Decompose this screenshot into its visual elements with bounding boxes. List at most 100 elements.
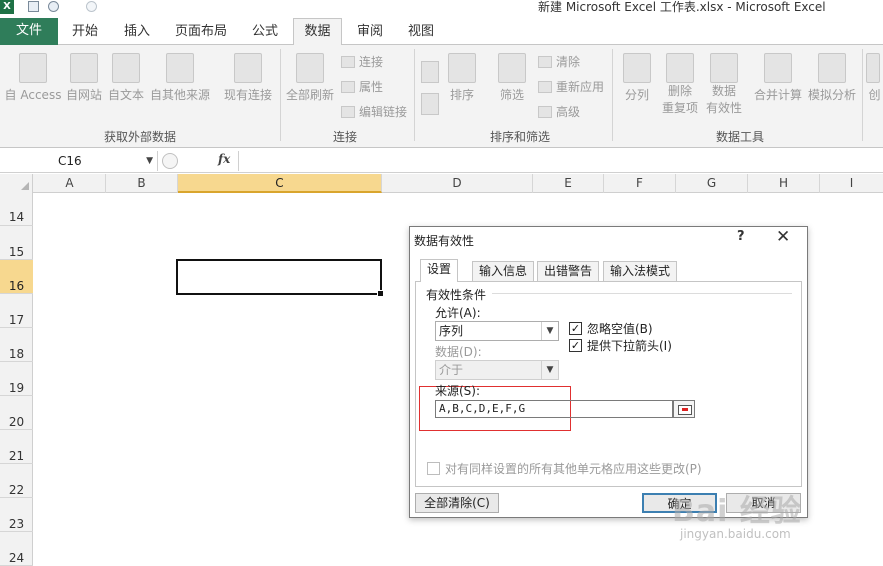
column-header-f[interactable]: F bbox=[604, 174, 676, 193]
tab-ime-mode[interactable]: 输入法模式 bbox=[603, 261, 678, 281]
tab-file[interactable]: 文件 bbox=[0, 18, 58, 45]
ignore-blank-checkbox[interactable]: ✓ bbox=[569, 322, 582, 335]
select-all-button[interactable] bbox=[0, 174, 33, 193]
column-header-b[interactable]: B bbox=[106, 174, 178, 193]
split-columns-icon bbox=[623, 53, 651, 83]
column-header-a[interactable]: A bbox=[34, 174, 106, 193]
tab-page-layout[interactable]: 页面布局 bbox=[168, 19, 234, 45]
row-header-20[interactable]: 20 bbox=[0, 396, 33, 430]
tab-review[interactable]: 审阅 bbox=[347, 19, 393, 45]
from-web-button[interactable]: 自网站 bbox=[64, 53, 104, 103]
remove-duplicates-icon bbox=[666, 53, 694, 83]
save-icon[interactable] bbox=[28, 1, 39, 12]
data-validation-icon bbox=[710, 53, 738, 83]
help-icon[interactable]: ? bbox=[737, 229, 745, 244]
column-headers: A B C D E F G H I bbox=[0, 174, 883, 193]
database-icon bbox=[166, 53, 194, 83]
remove-duplicates-button[interactable]: 删除 重复项 bbox=[660, 53, 700, 117]
ribbon-tabs: 文件 开始 插入 页面布局 公式 数据 审阅 视图 bbox=[0, 16, 883, 45]
outline-button[interactable]: 创 bbox=[866, 53, 883, 103]
advanced-filter-button[interactable]: 高级 bbox=[538, 103, 580, 120]
active-cell-c16[interactable] bbox=[176, 259, 384, 297]
collapse-dialog-icon[interactable] bbox=[673, 400, 695, 418]
clear-all-button[interactable]: 全部清除(C) bbox=[415, 493, 499, 513]
tab-view[interactable]: 视图 bbox=[398, 19, 444, 45]
close-icon[interactable]: ✕ bbox=[776, 227, 790, 247]
filter-button[interactable]: 筛选 bbox=[496, 53, 528, 103]
what-if-analysis-button[interactable]: 模拟分析 bbox=[806, 53, 858, 103]
row-header-22[interactable]: 22 bbox=[0, 464, 33, 498]
row-header-21[interactable]: 21 bbox=[0, 430, 33, 464]
column-header-e[interactable]: E bbox=[533, 174, 604, 193]
excel-logo-icon: X bbox=[0, 0, 14, 14]
group-label-connections: 连接 bbox=[332, 130, 357, 144]
connections-button[interactable]: 连接 bbox=[341, 53, 383, 70]
name-box[interactable]: C16 ▼ bbox=[0, 151, 158, 171]
refresh-icon bbox=[296, 53, 324, 83]
settings-panel: 有效性条件 允许(A): 序列 ▼ ✓ 忽略空值(B) ✓ 提供下拉箭头(I) … bbox=[415, 281, 802, 487]
consolidate-button[interactable]: 合并计算 bbox=[752, 53, 804, 103]
from-access-button[interactable]: 自 Access bbox=[4, 53, 62, 103]
tab-data[interactable]: 数据 bbox=[293, 18, 342, 45]
tab-settings[interactable]: 设置 bbox=[420, 259, 459, 282]
text-file-icon bbox=[112, 53, 140, 83]
row-header-15[interactable]: 15 bbox=[0, 226, 33, 260]
edit-links-button[interactable]: 编辑链接 bbox=[341, 103, 407, 120]
row-header-17[interactable]: 17 bbox=[0, 294, 33, 328]
tab-formulas[interactable]: 公式 bbox=[242, 19, 288, 45]
allow-select[interactable]: 序列 ▼ bbox=[435, 321, 559, 341]
from-other-sources-button[interactable]: 自其他来源 bbox=[148, 53, 212, 103]
sort-ascending-icon[interactable] bbox=[421, 61, 439, 83]
text-to-columns-button[interactable]: 分列 bbox=[620, 53, 654, 103]
web-icon bbox=[70, 53, 98, 83]
consolidate-icon bbox=[764, 53, 792, 83]
redo-icon[interactable] bbox=[86, 1, 97, 12]
tab-home[interactable]: 开始 bbox=[62, 19, 108, 45]
source-input[interactable]: A,B,C,D,E,F,G bbox=[435, 400, 673, 418]
group-separator bbox=[280, 49, 281, 141]
from-text-button[interactable]: 自文本 bbox=[106, 53, 146, 103]
connections-icon bbox=[341, 56, 355, 68]
existing-connections-button[interactable]: 现有连接 bbox=[220, 53, 276, 103]
source-label: 来源(S): bbox=[435, 384, 481, 398]
clear-filter-button[interactable]: 清除 bbox=[538, 53, 580, 70]
data-validation-button[interactable]: 数据 有效性 bbox=[704, 53, 744, 117]
formula-cancel-icon[interactable] bbox=[162, 153, 178, 169]
data-label: 数据(D): bbox=[435, 345, 482, 359]
column-header-c[interactable]: C bbox=[178, 174, 382, 193]
properties-button[interactable]: 属性 bbox=[341, 78, 383, 95]
refresh-all-button[interactable]: 全部刷新 bbox=[285, 53, 335, 103]
outline-icon bbox=[866, 53, 880, 83]
column-header-d[interactable]: D bbox=[382, 174, 533, 193]
reapply-button[interactable]: 重新应用 bbox=[538, 78, 604, 95]
insert-function-icon[interactable]: fx bbox=[218, 152, 230, 166]
row-header-24[interactable]: 24 bbox=[0, 532, 33, 566]
chevron-down-icon[interactable]: ▼ bbox=[541, 322, 558, 340]
row-header-18[interactable]: 18 bbox=[0, 328, 33, 362]
row-headers: 14 15 16 17 18 19 20 21 22 23 24 bbox=[0, 193, 33, 566]
ok-button[interactable]: 确定 bbox=[642, 493, 717, 513]
sort-descending-icon[interactable] bbox=[421, 93, 439, 115]
column-header-i[interactable]: I bbox=[820, 174, 883, 193]
cancel-button[interactable]: 取消 bbox=[726, 493, 801, 513]
link-icon bbox=[341, 106, 355, 118]
chevron-down-icon[interactable]: ▼ bbox=[146, 151, 153, 171]
apply-all-checkbox[interactable] bbox=[427, 462, 440, 475]
section-divider bbox=[492, 293, 792, 294]
row-header-14[interactable]: 14 bbox=[0, 193, 33, 226]
funnel-icon bbox=[498, 53, 526, 83]
column-header-h[interactable]: H bbox=[748, 174, 820, 193]
sort-button[interactable]: 排序 bbox=[446, 53, 478, 103]
row-header-16[interactable]: 16 bbox=[0, 260, 33, 294]
in-cell-dropdown-checkbox[interactable]: ✓ bbox=[569, 339, 582, 352]
window-title: 新建 Microsoft Excel 工作表.xlsx - Microsoft … bbox=[538, 0, 826, 14]
group-label-data-tools: 数据工具 bbox=[715, 130, 764, 144]
tab-error-alert[interactable]: 出错警告 bbox=[537, 261, 600, 281]
undo-icon[interactable] bbox=[48, 1, 59, 12]
column-header-g[interactable]: G bbox=[676, 174, 748, 193]
tab-input-message[interactable]: 输入信息 bbox=[472, 261, 535, 281]
tab-insert[interactable]: 插入 bbox=[114, 19, 160, 45]
formula-input[interactable] bbox=[238, 151, 883, 171]
row-header-23[interactable]: 23 bbox=[0, 498, 33, 532]
row-header-19[interactable]: 19 bbox=[0, 362, 33, 396]
